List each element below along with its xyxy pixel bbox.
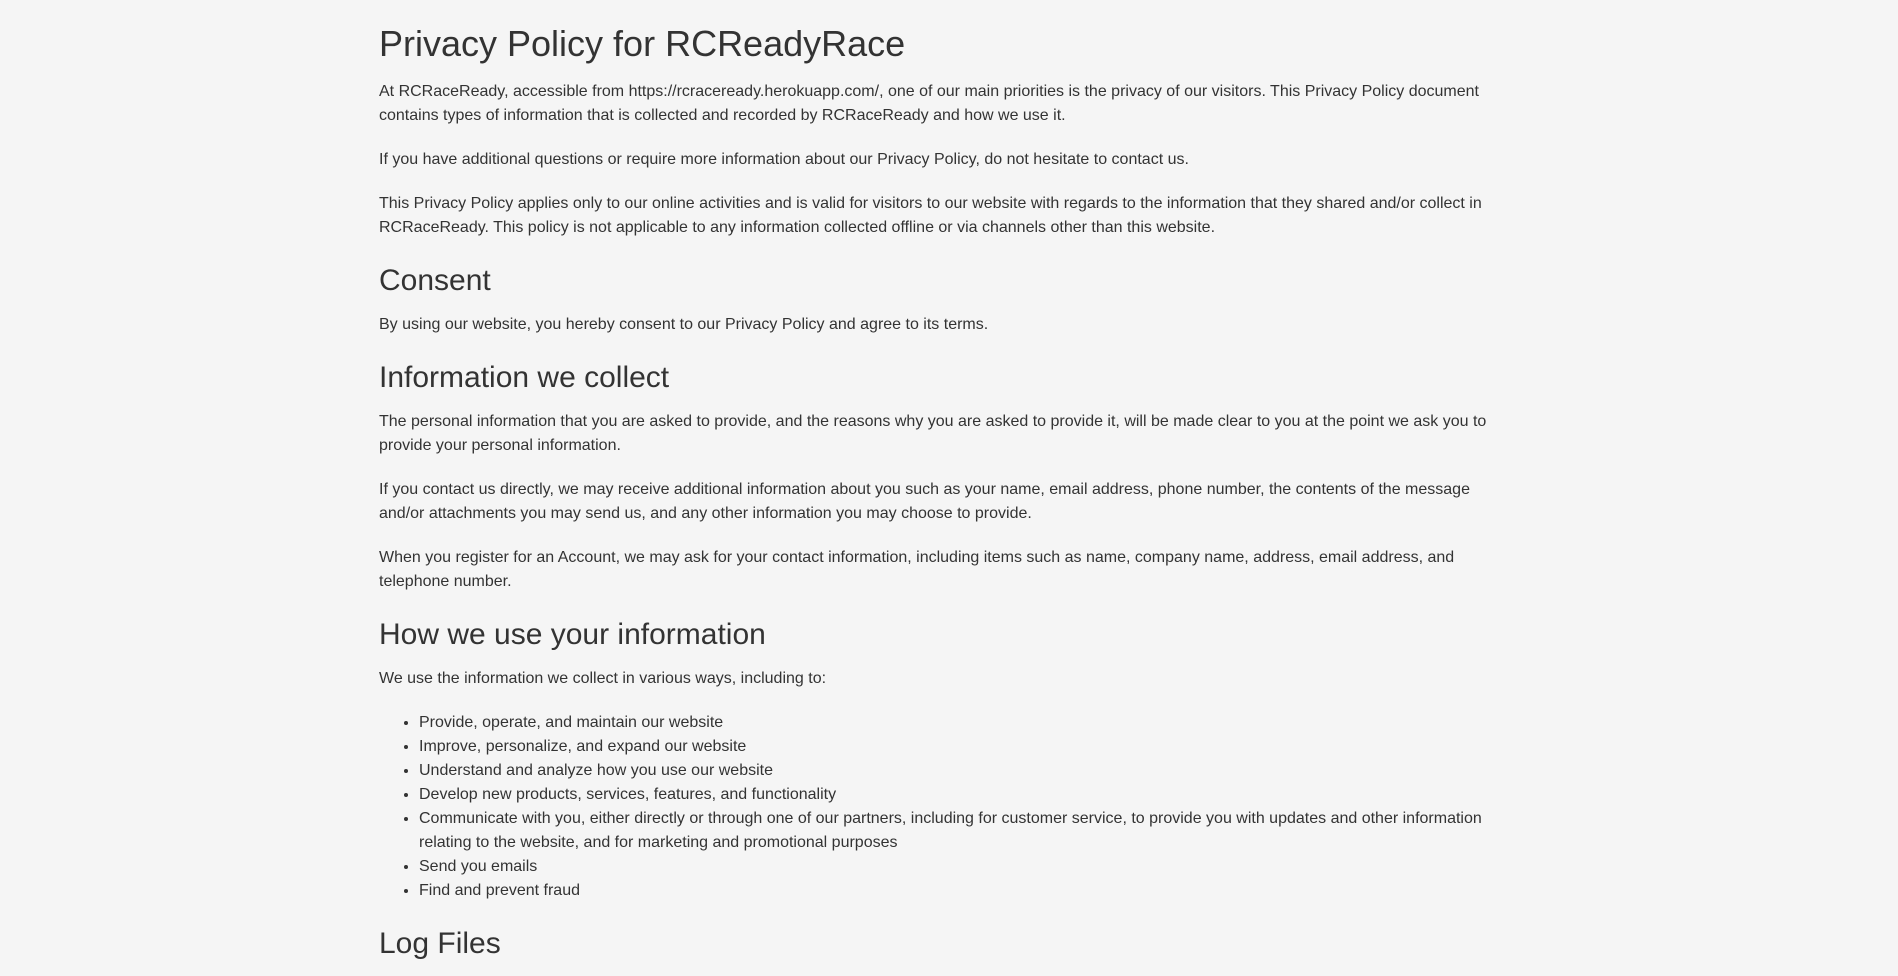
- log-files-heading: Log Files: [379, 926, 501, 960]
- page-title: Privacy Policy for RCReadyRace: [379, 23, 906, 64]
- consent-heading: Consent: [379, 263, 491, 297]
- privacy-policy-content: Privacy Policy for RCReadyRace At RCRace…: [379, 0, 1509, 976]
- list-item: Find and prevent fraud: [419, 879, 1509, 903]
- list-item: Understand and analyze how you use our w…: [419, 759, 1509, 783]
- list-item: Improve, personalize, and expand our web…: [419, 735, 1509, 759]
- list-item: Communicate with you, either directly or…: [419, 807, 1509, 855]
- list-item: Send you emails: [419, 855, 1509, 879]
- how-we-use-heading: How we use your information: [379, 617, 766, 651]
- intro-paragraph: If you have additional questions or requ…: [379, 150, 1189, 168]
- collect-paragraph: When you register for an Account, we may…: [379, 548, 1455, 590]
- use-intro-paragraph: We use the information we collect in var…: [379, 669, 827, 687]
- list-item: Provide, operate, and maintain our websi…: [419, 711, 1509, 735]
- collect-paragraph: If you contact us directly, we may recei…: [379, 480, 1470, 522]
- information-collect-heading: Information we collect: [379, 360, 670, 394]
- intro-paragraph: This Privacy Policy applies only to our …: [379, 194, 1482, 236]
- list-item: Develop new products, services, features…: [419, 783, 1509, 807]
- intro-paragraph: At RCRaceReady, accessible from https://…: [379, 82, 1479, 124]
- use-list: Provide, operate, and maintain our websi…: [379, 711, 1509, 903]
- consent-paragraph: By using our website, you hereby consent…: [379, 315, 989, 333]
- collect-paragraph: The personal information that you are as…: [379, 412, 1487, 454]
